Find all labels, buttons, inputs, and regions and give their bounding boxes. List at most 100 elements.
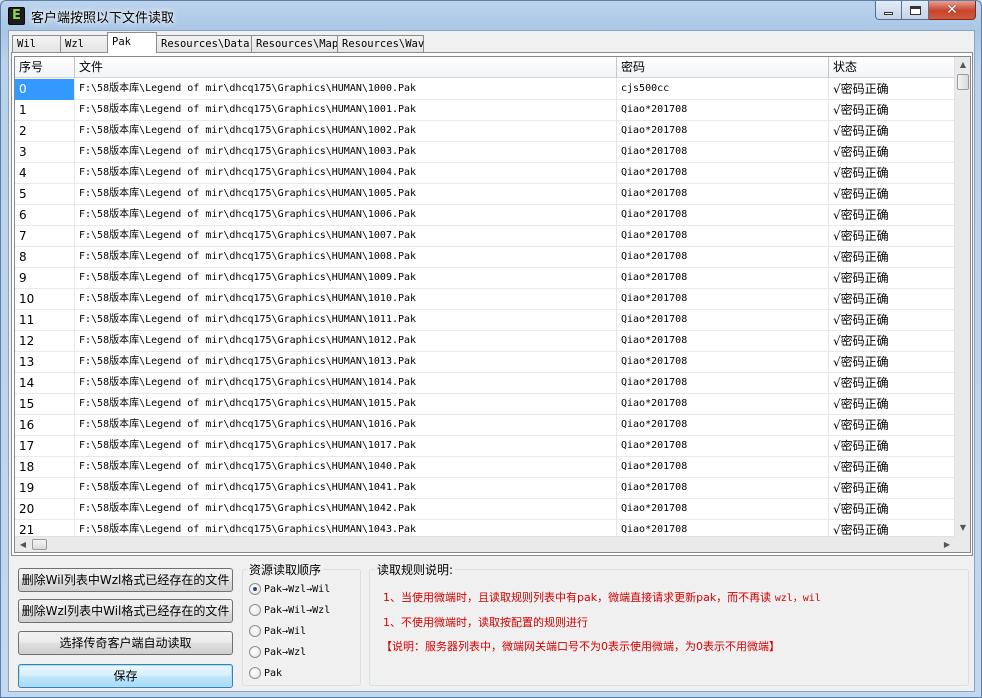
- table-row[interactable]: 21 F:\58版本库\Legend of mir\dhcq175\Graphic…: [15, 520, 955, 536]
- scroll-up-icon[interactable]: ▲: [955, 57, 970, 73]
- row-password-cell: Qiao*201708: [617, 289, 829, 310]
- horizontal-scroll-thumb[interactable]: [32, 539, 47, 550]
- read-order-group-label: 资源读取顺序: [247, 561, 324, 578]
- radio-button-icon[interactable]: [249, 646, 261, 658]
- row-index-cell: 20: [15, 499, 75, 520]
- row-status-cell: √密码正确: [829, 289, 955, 310]
- read-order-option[interactable]: Pak→Wil→Wzl: [249, 602, 330, 618]
- radio-button-icon[interactable]: [249, 583, 261, 595]
- window-title: 客户端按照以下文件读取: [31, 11, 175, 26]
- row-index-cell: 14: [15, 373, 75, 394]
- close-button[interactable]: ✕: [929, 1, 976, 20]
- row-status-cell: √密码正确: [829, 121, 955, 142]
- row-file-cell: F:\58版本库\Legend of mir\dhcq175\Graphics\…: [75, 205, 617, 226]
- table-row[interactable]: 12 F:\58版本库\Legend of mir\dhcq175\Graphic…: [15, 331, 955, 352]
- radio-button-icon[interactable]: [249, 667, 261, 679]
- row-password-cell: Qiao*201708: [617, 520, 829, 536]
- maximize-button[interactable]: [902, 1, 929, 20]
- vertical-scroll-thumb[interactable]: [957, 74, 969, 90]
- row-password-cell: Qiao*201708: [617, 163, 829, 184]
- table-row[interactable]: 20 F:\58版本库\Legend of mir\dhcq175\Graphic…: [15, 499, 955, 520]
- row-file-cell: F:\58版本库\Legend of mir\dhcq175\Graphics\…: [75, 226, 617, 247]
- table-row[interactable]: 19 F:\58版本库\Legend of mir\dhcq175\Graphic…: [15, 478, 955, 499]
- table-row[interactable]: 17 F:\58版本库\Legend of mir\dhcq175\Graphic…: [15, 436, 955, 457]
- row-index-cell: 21: [15, 520, 75, 536]
- column-header-file[interactable]: 文件: [75, 57, 617, 78]
- table-row[interactable]: 10 F:\58版本库\Legend of mir\dhcq175\Graphic…: [15, 289, 955, 310]
- scroll-left-icon[interactable]: ◀: [15, 537, 31, 552]
- read-order-option[interactable]: Pak→Wil: [249, 623, 306, 639]
- row-status-cell: √密码正确: [829, 268, 955, 289]
- read-order-option[interactable]: Pak→Wzl→Wil: [249, 581, 330, 597]
- read-order-option[interactable]: Pak→Wzl: [249, 644, 306, 660]
- table-row[interactable]: 8 F:\58版本库\Legend of mir\dhcq175\Graphics…: [15, 247, 955, 268]
- row-file-cell: F:\58版本库\Legend of mir\dhcq175\Graphics\…: [75, 184, 617, 205]
- table-row[interactable]: 4 F:\58版本库\Legend of mir\dhcq175\Graphics…: [15, 163, 955, 184]
- row-status-cell: √密码正确: [829, 394, 955, 415]
- row-password-cell: Qiao*201708: [617, 226, 829, 247]
- row-password-cell: Qiao*201708: [617, 205, 829, 226]
- tab-pak[interactable]: Pak: [107, 32, 157, 53]
- row-file-cell: F:\58版本库\Legend of mir\dhcq175\Graphics\…: [75, 373, 617, 394]
- tab-resources-data[interactable]: Resources\Data: [156, 35, 252, 53]
- row-password-cell: cjs500cc: [617, 79, 829, 100]
- rules-text-area: 1、当使用微端时，且读取规则列表中有pak，微端直接请求更新pak，而不再读 w…: [369, 569, 969, 686]
- tab-resources-wav[interactable]: Resources\Wav: [337, 35, 424, 53]
- row-file-cell: F:\58版本库\Legend of mir\dhcq175\Graphics\…: [75, 520, 617, 536]
- row-file-cell: F:\58版本库\Legend of mir\dhcq175\Graphics\…: [75, 142, 617, 163]
- column-header-index[interactable]: 序号: [15, 57, 75, 78]
- table-row[interactable]: 0 F:\58版本库\Legend of mir\dhcq175\Graphics…: [15, 79, 955, 100]
- table-row[interactable]: 5 F:\58版本库\Legend of mir\dhcq175\Graphics…: [15, 184, 955, 205]
- row-file-cell: F:\58版本库\Legend of mir\dhcq175\Graphics\…: [75, 499, 617, 520]
- table-row[interactable]: 16 F:\58版本库\Legend of mir\dhcq175\Graphic…: [15, 415, 955, 436]
- scroll-down-icon[interactable]: ▼: [955, 520, 970, 536]
- row-index-cell: 6: [15, 205, 75, 226]
- row-status-cell: √密码正确: [829, 457, 955, 478]
- radio-button-icon[interactable]: [249, 625, 261, 637]
- table-row[interactable]: 1 F:\58版本库\Legend of mir\dhcq175\Graphics…: [15, 100, 955, 121]
- select-client-button[interactable]: 选择传奇客户端自动读取: [18, 631, 233, 655]
- row-status-cell: √密码正确: [829, 310, 955, 331]
- rule-line-1: 1、当使用微端时，且读取规则列表中有pak，微端直接请求更新pak，而不再读 w…: [383, 589, 821, 605]
- table-row[interactable]: 14 F:\58版本库\Legend of mir\dhcq175\Graphic…: [15, 373, 955, 394]
- row-file-cell: F:\58版本库\Legend of mir\dhcq175\Graphics\…: [75, 79, 617, 100]
- row-index-cell: 2: [15, 121, 75, 142]
- column-header-status[interactable]: 状态: [829, 57, 955, 78]
- file-list[interactable]: 序号 文件 密码 状态 0 F:\58版本库\Legend of mir\dhcq…: [14, 56, 971, 553]
- table-row[interactable]: 6 F:\58版本库\Legend of mir\dhcq175\Graphics…: [15, 205, 955, 226]
- table-row[interactable]: 2 F:\58版本库\Legend of mir\dhcq175\Graphics…: [15, 121, 955, 142]
- read-order-option-label: Pak→Wil→Wzl: [264, 604, 331, 616]
- table-row[interactable]: 13 F:\58版本库\Legend of mir\dhcq175\Graphic…: [15, 352, 955, 373]
- tab-wil[interactable]: Wil: [12, 35, 61, 53]
- row-password-cell: Qiao*201708: [617, 100, 829, 121]
- delete-wil-duplicates-button[interactable]: 删除Wil列表中Wzl格式已经存在的文件: [18, 568, 233, 592]
- scroll-right-icon[interactable]: ▶: [939, 537, 955, 552]
- row-status-cell: √密码正确: [829, 163, 955, 184]
- table-row[interactable]: 11 F:\58版本库\Legend of mir\dhcq175\Graphic…: [15, 310, 955, 331]
- row-file-cell: F:\58版本库\Legend of mir\dhcq175\Graphics\…: [75, 163, 617, 184]
- tab-wzl[interactable]: Wzl: [60, 35, 108, 53]
- rule-line-1-text: 1、当使用微端时，且读取规则列表中有pak，微端直接请求更新pak，而不再读: [383, 591, 775, 604]
- table-row[interactable]: 18 F:\58版本库\Legend of mir\dhcq175\Graphic…: [15, 457, 955, 478]
- row-file-cell: F:\58版本库\Legend of mir\dhcq175\Graphics\…: [75, 289, 617, 310]
- row-status-cell: √密码正确: [829, 247, 955, 268]
- minimize-button[interactable]: [875, 1, 902, 20]
- table-row[interactable]: 9 F:\58版本库\Legend of mir\dhcq175\Graphics…: [15, 268, 955, 289]
- table-row[interactable]: 15 F:\58版本库\Legend of mir\dhcq175\Graphic…: [15, 394, 955, 415]
- title-bar[interactable]: E 客户端按照以下文件读取 ✕: [1, 1, 981, 29]
- row-file-cell: F:\58版本库\Legend of mir\dhcq175\Graphics\…: [75, 352, 617, 373]
- vertical-scrollbar[interactable]: ▲ ▼: [954, 57, 970, 536]
- table-row[interactable]: 7 F:\58版本库\Legend of mir\dhcq175\Graphics…: [15, 226, 955, 247]
- tab-resources-map[interactable]: Resources\Map: [251, 35, 338, 53]
- delete-wzl-duplicates-button[interactable]: 删除Wzl列表中Wil格式已经存在的文件: [18, 599, 233, 623]
- row-password-cell: Qiao*201708: [617, 268, 829, 289]
- horizontal-scrollbar[interactable]: ◀ ▶: [15, 536, 955, 552]
- row-index-cell: 16: [15, 415, 75, 436]
- table-row[interactable]: 3 F:\58版本库\Legend of mir\dhcq175\Graphics…: [15, 142, 955, 163]
- row-status-cell: √密码正确: [829, 100, 955, 121]
- radio-button-icon[interactable]: [249, 604, 261, 616]
- read-order-option[interactable]: Pak: [249, 665, 282, 681]
- column-header-password[interactable]: 密码: [617, 57, 829, 78]
- row-index-cell: 5: [15, 184, 75, 205]
- save-button[interactable]: 保存: [18, 664, 233, 688]
